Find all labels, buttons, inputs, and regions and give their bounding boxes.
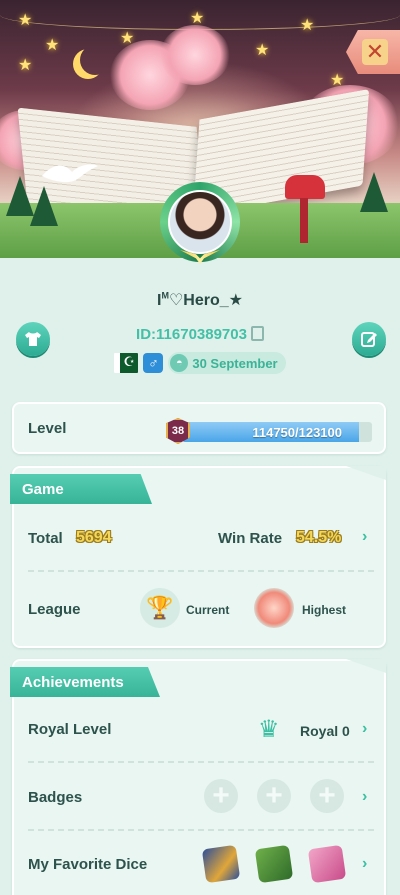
star-icon: ★ <box>45 37 60 54</box>
star-icon: ★ <box>18 12 33 29</box>
royal-level-chevron-icon[interactable]: › <box>362 720 367 738</box>
level-progress-text: 114750/123100 <box>252 424 342 440</box>
name-superscript: M <box>161 290 169 301</box>
profile-meta-row: ♂ ◓ 30 September <box>0 352 400 374</box>
win-rate-label: Win Rate <box>218 530 283 547</box>
blossom <box>160 25 230 85</box>
royal-level-value: Royal 0 <box>300 723 350 739</box>
birthday-badge: ◓ 30 September <box>168 352 286 374</box>
game-section-title: Game <box>22 480 64 498</box>
close-button[interactable]: ✕ <box>346 30 400 74</box>
badge-slot-empty[interactable]: + <box>310 779 344 813</box>
cake-icon: ◓ <box>170 354 189 372</box>
country-flag-icon <box>114 353 139 373</box>
royal-level-label: Royal Level <box>28 721 112 738</box>
star-icon: ★ <box>255 42 270 59</box>
league-label: League <box>28 601 81 618</box>
badge-slot-empty[interactable]: + <box>204 779 238 813</box>
name-text: Hero_★ <box>183 292 243 309</box>
mailbox-post <box>300 198 308 243</box>
badge-slot-empty[interactable]: + <box>257 779 291 813</box>
close-icon: ✕ <box>362 39 388 65</box>
dove-icon <box>42 164 98 183</box>
total-value: 5694 <box>76 529 112 546</box>
royal-crown-icon: ♛ <box>258 716 280 743</box>
total-label: Total <box>28 530 63 547</box>
achievements-section-title: Achievements <box>22 673 124 691</box>
badges-chevron-icon[interactable]: › <box>362 788 367 806</box>
dice-icon[interactable] <box>254 844 294 884</box>
achievements-section-header: Achievements <box>10 667 160 697</box>
badges-label: Badges <box>28 789 83 806</box>
current-league-label: Current <box>186 603 230 617</box>
avatar[interactable] <box>156 178 244 266</box>
tree <box>360 172 388 212</box>
level-label: Level <box>28 420 67 437</box>
favorite-dice-label: My Favorite Dice <box>28 856 148 873</box>
moon-icon <box>80 45 110 75</box>
star-icon: ★ <box>18 57 33 74</box>
highest-league-medal-icon[interactable] <box>254 588 294 628</box>
profile-name: IM♡Hero_★ <box>0 290 400 310</box>
game-section-header: Game <box>10 474 152 504</box>
divider <box>28 761 374 763</box>
highest-league-label: Highest <box>302 603 347 617</box>
name-mark: ♡ <box>168 292 184 309</box>
copy-icon[interactable] <box>250 326 264 341</box>
mailbox <box>285 175 325 199</box>
favorite-dice-chevron-icon[interactable]: › <box>362 855 367 873</box>
game-stats-chevron-icon[interactable]: › <box>362 528 367 546</box>
game-card: Game Total 5694 Win Rate 54.5% › League … <box>10 466 386 648</box>
divider <box>28 570 374 572</box>
gender-male-icon: ♂ <box>143 353 164 373</box>
win-rate-value: 54.5% <box>296 529 342 546</box>
star-icon: ★ <box>300 17 315 34</box>
divider <box>28 829 374 831</box>
avatar-photo <box>168 190 232 254</box>
achievements-card: Achievements Royal Level ♛ Royal 0 › Bad… <box>10 659 386 895</box>
birthday-text: 30 September <box>192 355 278 371</box>
tree <box>30 186 58 226</box>
player-id-text: ID:11670389703 <box>136 326 247 343</box>
current-league-trophy-icon[interactable]: 🏆 <box>140 588 180 628</box>
card-fold <box>346 466 386 480</box>
level-card: Level 38 114750/123100 <box>12 402 386 454</box>
dice-icon[interactable] <box>307 844 347 884</box>
dice-icon[interactable] <box>201 844 241 884</box>
player-id: ID:11670389703 <box>0 326 400 343</box>
card-fold <box>346 659 386 673</box>
